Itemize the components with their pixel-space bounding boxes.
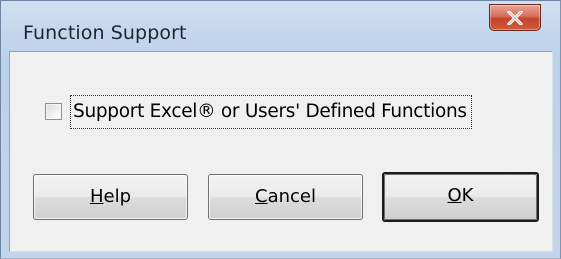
help-button-label: elp xyxy=(103,186,132,207)
title-bar[interactable]: Function Support xyxy=(1,1,560,51)
support-functions-label[interactable]: Support Excel® or Users' Defined Functio… xyxy=(70,95,472,129)
support-functions-checkbox[interactable] xyxy=(45,103,62,120)
close-icon xyxy=(507,11,523,25)
cancel-button[interactable]: Cancel xyxy=(208,174,363,220)
help-button-accel: H xyxy=(89,186,104,207)
cancel-button-accel: C xyxy=(255,186,268,207)
close-button[interactable] xyxy=(489,4,541,31)
dialog-client-area: Support Excel® or Users' Defined Functio… xyxy=(9,51,553,252)
label-text-registered: ® xyxy=(197,101,216,122)
ok-button-focus-border xyxy=(384,174,537,220)
label-text-pre: Support Excel xyxy=(73,101,198,122)
cancel-button-label: ancel xyxy=(267,186,316,207)
label-text-post: or Users' Defined Functions xyxy=(215,101,467,122)
window-title: Function Support xyxy=(23,22,187,44)
function-support-dialog: Function Support Support Excel® or Users… xyxy=(0,0,561,259)
ok-button[interactable]: OK xyxy=(382,172,539,222)
help-button[interactable]: Help xyxy=(33,174,188,220)
